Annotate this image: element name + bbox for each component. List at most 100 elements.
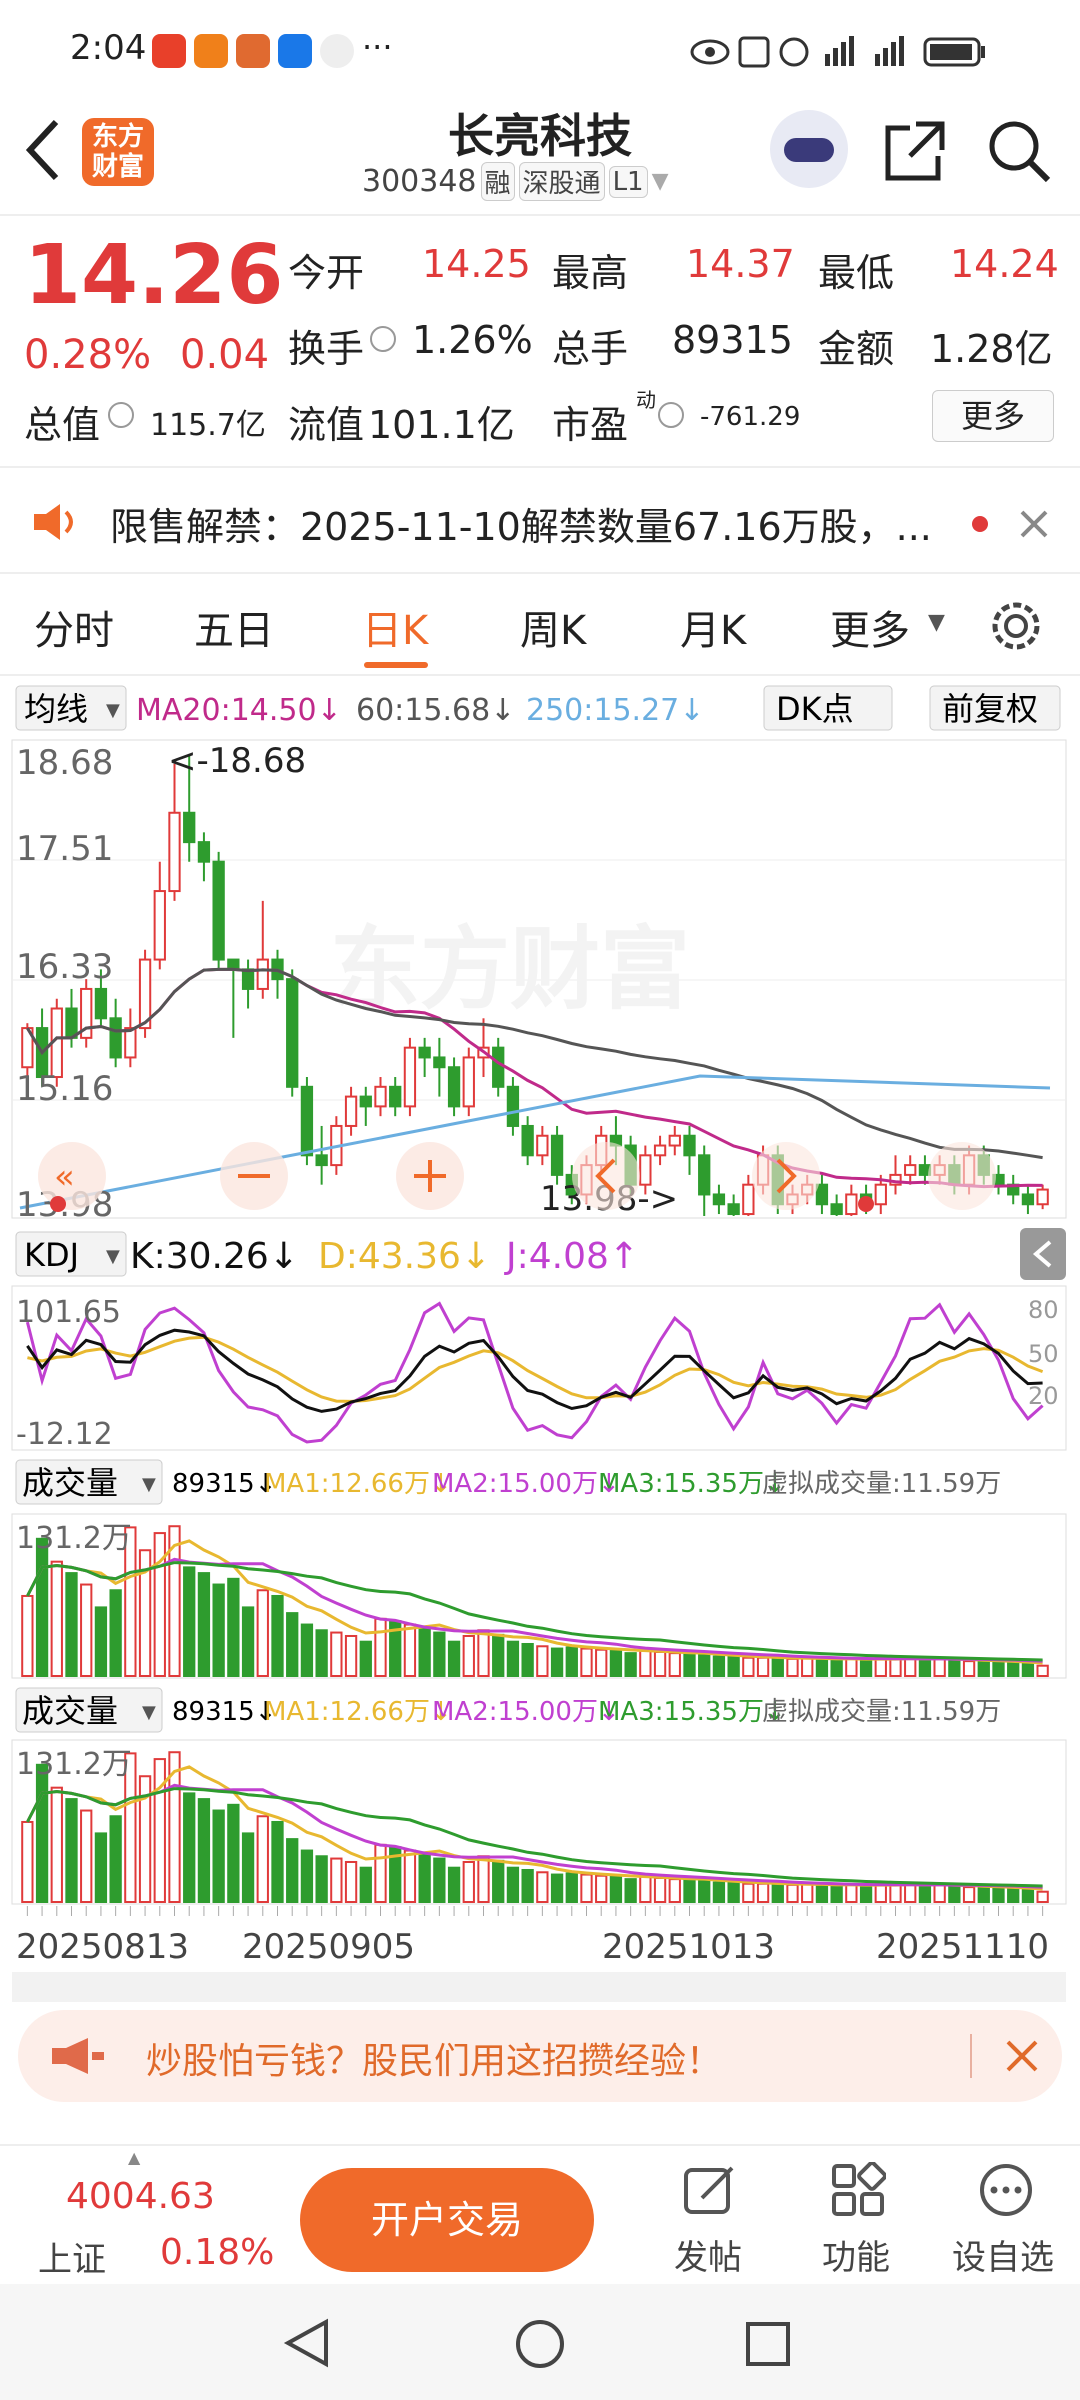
candle-body	[521, 1124, 534, 1157]
volume-bar	[433, 1631, 446, 1677]
index-pct[interactable]: 0.18%	[160, 2232, 274, 2273]
vol-ma2: MA2:15.00万↓	[432, 1697, 620, 1727]
expand-icon[interactable]	[928, 1142, 996, 1210]
tab-intraday[interactable]: 分时	[34, 598, 114, 656]
volume-bar	[918, 1884, 932, 1903]
info-icon[interactable]	[658, 402, 684, 428]
open-account-button[interactable]: 开户交易	[300, 2168, 594, 2272]
candle-body	[492, 1046, 505, 1088]
volume-bar	[977, 1660, 990, 1678]
nav-recents-icon[interactable]	[744, 2320, 792, 2368]
app-header: 东方财富 长亮科技 300348 融 深股通 L1 ▼	[0, 96, 1080, 216]
ma250-label: 250:15.27↓	[526, 693, 704, 728]
post-icon[interactable]	[682, 2162, 738, 2218]
candle-body	[447, 1066, 461, 1108]
event-dot[interactable]	[50, 1196, 66, 1212]
tab-more[interactable]: 更多	[830, 598, 910, 656]
close-icon[interactable]	[1004, 2038, 1040, 2074]
volume-bar	[462, 1860, 475, 1903]
candle-body	[668, 1134, 681, 1147]
bottom-toolbar: ▲ 4004.63 上证 0.18% 开户交易 发帖 功能 设自选	[0, 2144, 1080, 2284]
vol-ma3: MA3:15.35万↓	[598, 1469, 786, 1499]
volume-bar	[80, 1583, 93, 1677]
close-icon[interactable]	[1018, 508, 1050, 540]
tab-five-day[interactable]: 五日	[194, 598, 274, 656]
period-tabs: 分时 五日 日K 周K 月K 更多 ▼	[0, 576, 1080, 676]
prev-icon[interactable]	[572, 1142, 640, 1210]
index-value[interactable]: 4004.63	[66, 2176, 215, 2217]
tab-monthly-k[interactable]: 月K	[680, 598, 746, 656]
nav-home-icon[interactable]	[514, 2318, 566, 2370]
volume-bar	[241, 1832, 255, 1904]
volume-bar	[271, 1594, 284, 1677]
event-dot[interactable]	[858, 1196, 874, 1212]
nav-back-icon[interactable]	[282, 2318, 332, 2368]
volume-bar	[698, 1654, 711, 1677]
collapse-side-button[interactable]	[1020, 1228, 1066, 1280]
volume-bar	[80, 1809, 93, 1904]
info-icon[interactable]	[370, 326, 396, 352]
functions-icon[interactable]	[830, 2162, 886, 2218]
gear-icon[interactable]	[988, 598, 1044, 654]
ma-toggle-label: 均线	[24, 690, 88, 728]
date-ticks-group	[26, 1906, 1044, 1916]
info-icon[interactable]	[108, 402, 134, 428]
caret-down-icon[interactable]: ▼	[928, 610, 945, 635]
notice-bar[interactable]: 限售解禁：2025-11-10解禁数量67.16万股，...	[0, 466, 1080, 574]
ma60-label: 60:15.68↓	[356, 693, 515, 728]
candle-body	[124, 1027, 137, 1059]
candle-body	[359, 1095, 372, 1108]
volume-bar	[565, 1872, 578, 1904]
caret-up-icon[interactable]: ▲	[128, 2148, 140, 2167]
more-button[interactable]: 更多	[932, 390, 1054, 442]
back-icon[interactable]	[22, 118, 62, 182]
tag-margin: 融	[480, 162, 515, 201]
tag-level: L1	[608, 165, 648, 198]
volume-bar	[521, 1868, 534, 1903]
alipay-notif-icon	[278, 34, 312, 68]
volume-bar	[786, 1657, 799, 1677]
kdj-k-line	[26, 1328, 1043, 1413]
volume-bar	[462, 1634, 475, 1677]
volume-bar	[639, 1875, 652, 1903]
next-icon[interactable]	[752, 1142, 820, 1210]
tab-daily-k[interactable]: 日K	[362, 598, 428, 656]
volume-bar	[580, 1647, 593, 1677]
volume-bar	[962, 1660, 976, 1678]
volume-bar	[227, 1803, 240, 1903]
candle-body	[1021, 1193, 1035, 1206]
share-icon[interactable]	[880, 116, 950, 186]
add-watchlist-label[interactable]: 设自选	[952, 2230, 1054, 2279]
volume-bar	[830, 1658, 843, 1677]
ai-robot-avatar[interactable]	[770, 110, 848, 188]
open-label: 今开	[288, 251, 365, 295]
volume-bar	[477, 1629, 490, 1678]
volume-bar	[330, 1631, 343, 1677]
more-dots-icon[interactable]	[978, 2162, 1034, 2218]
tab-weekly-k[interactable]: 周K	[520, 598, 586, 656]
volume-bar	[771, 1883, 784, 1903]
candle-body	[433, 1056, 446, 1069]
candle-body	[212, 860, 225, 961]
candle-body	[403, 1046, 417, 1108]
search-icon[interactable]	[984, 116, 1054, 186]
volume-bar	[227, 1577, 240, 1678]
functions-label[interactable]: 功能	[822, 2230, 890, 2279]
taobao-notif-icon	[152, 34, 186, 68]
kline-chart[interactable]: 均线 ▼ MA20:14.50↓ 60:15.68↓ 250:15.27↓ DK…	[0, 676, 1080, 2006]
volume-bar	[300, 1623, 314, 1677]
amount-label: 金额	[818, 327, 895, 371]
adjust-label: 前复权	[942, 690, 1038, 728]
promo-banner[interactable]: 炒股怕亏钱？股民们用这招攒经验！	[18, 2010, 1062, 2102]
date-label: 20250813	[16, 1927, 189, 1967]
candle-body	[536, 1134, 549, 1157]
volume-bar	[183, 1792, 196, 1904]
candle-body	[742, 1183, 755, 1216]
volume-bar	[786, 1883, 799, 1903]
volume-bar	[859, 1884, 873, 1903]
index-name[interactable]: 上证	[38, 2232, 106, 2281]
chevron-down-icon[interactable]: ▼	[652, 169, 669, 194]
volume-bar	[344, 1860, 358, 1903]
post-label[interactable]: 发帖	[674, 2230, 742, 2279]
volume-toggle-label: 成交量	[22, 1692, 118, 1730]
